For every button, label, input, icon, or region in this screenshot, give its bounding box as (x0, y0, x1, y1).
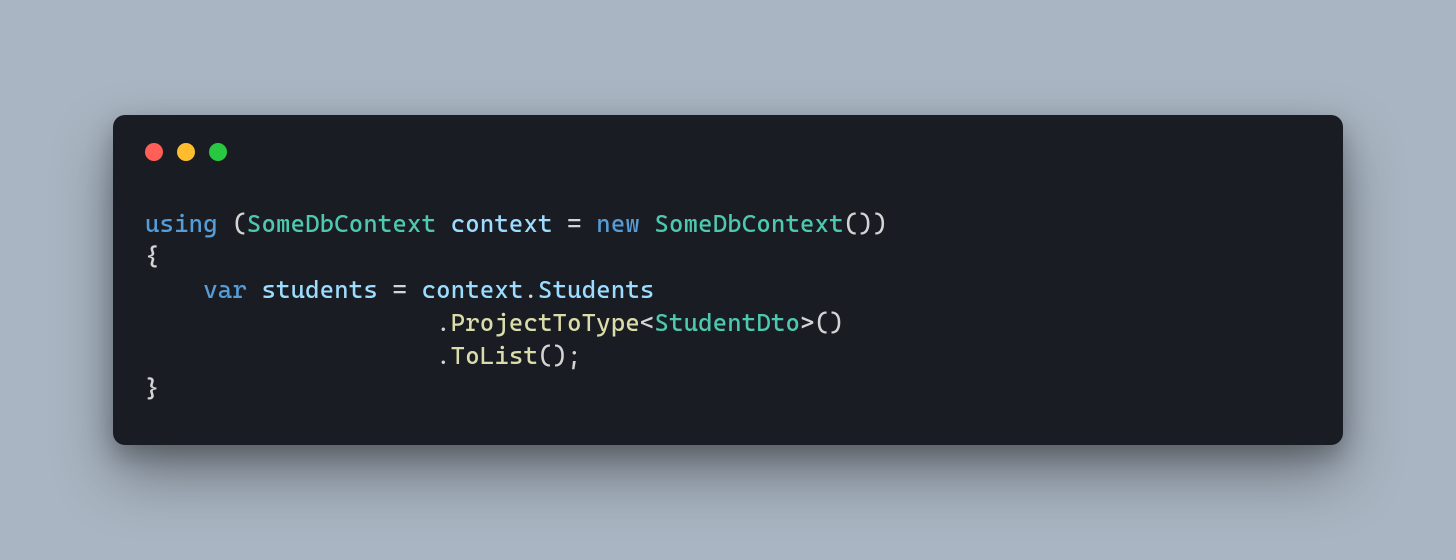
indent (145, 275, 203, 304)
brace: { (145, 242, 160, 271)
type-name: SomeDbContext (655, 209, 844, 238)
parens: ()) (844, 209, 888, 238)
keyword-var: var (203, 275, 247, 304)
type-name: SomeDbContext (247, 209, 436, 238)
dot: . (523, 275, 538, 304)
type-name: StudentDto (654, 308, 800, 337)
close-icon[interactable] (145, 143, 163, 161)
code-block: using (SomeDbContext context = new SomeD… (145, 207, 1311, 405)
space (640, 209, 655, 238)
variable: students (261, 275, 377, 304)
method-name: ProjectToType (451, 308, 640, 337)
parens: () (815, 308, 844, 337)
angle-bracket: > (800, 308, 815, 337)
indent: . (145, 308, 451, 337)
traffic-lights (145, 143, 1311, 161)
variable: context (451, 209, 553, 238)
keyword-new: new (596, 209, 640, 238)
space (436, 209, 451, 238)
method-name: ToList (451, 341, 538, 370)
code-window: using (SomeDbContext context = new SomeD… (113, 115, 1343, 445)
paren: ( (218, 209, 247, 238)
space (247, 275, 262, 304)
minimize-icon[interactable] (177, 143, 195, 161)
variable: context (422, 275, 524, 304)
brace: } (145, 374, 160, 403)
angle-bracket: < (640, 308, 655, 337)
indent: . (145, 341, 451, 370)
keyword-using: using (145, 209, 218, 238)
operator: = (378, 275, 422, 304)
property: Students (538, 275, 654, 304)
parens: (); (538, 341, 582, 370)
operator: = (553, 209, 597, 238)
maximize-icon[interactable] (209, 143, 227, 161)
